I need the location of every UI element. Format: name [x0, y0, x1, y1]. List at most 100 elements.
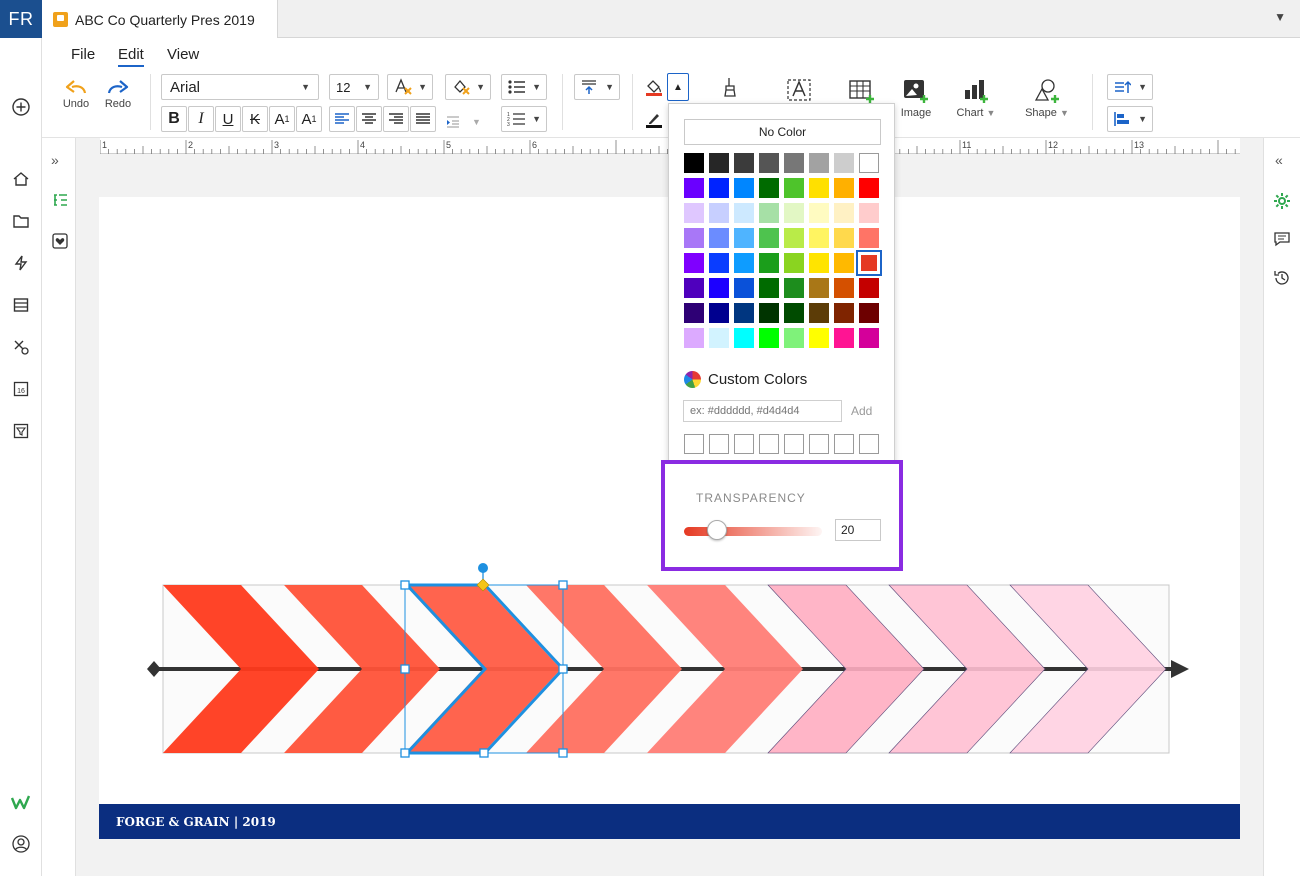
app-badge[interactable]: FR	[0, 0, 42, 38]
bullet-list-button[interactable]: ▼	[501, 74, 547, 100]
outline-icon[interactable]	[51, 192, 69, 213]
lightning-icon[interactable]	[10, 252, 32, 274]
color-swatch[interactable]	[856, 250, 882, 276]
color-swatch[interactable]	[809, 178, 829, 198]
bold-button[interactable]: B	[161, 106, 187, 132]
collapse-panel-icon[interactable]: «	[1275, 152, 1283, 168]
clear-fill-format-button[interactable]: ▼	[445, 74, 491, 100]
color-swatch[interactable]	[759, 253, 779, 273]
color-swatch[interactable]	[809, 303, 829, 323]
resize-handle[interactable]	[558, 580, 568, 590]
color-swatch[interactable]	[759, 178, 779, 198]
color-swatch[interactable]	[784, 253, 804, 273]
color-swatch[interactable]	[684, 153, 704, 173]
color-swatch[interactable]	[709, 203, 729, 223]
custom-color-input[interactable]	[683, 400, 842, 422]
color-swatch[interactable]	[709, 278, 729, 298]
transparency-slider-thumb[interactable]	[707, 520, 727, 540]
justify-button[interactable]	[410, 106, 436, 132]
color-swatch[interactable]	[809, 153, 829, 173]
color-swatch[interactable]	[834, 278, 854, 298]
fill-color-button[interactable]	[642, 74, 666, 100]
insert-chart-button[interactable]: Chart ▼	[951, 78, 1001, 128]
settings-icon[interactable]	[1273, 192, 1291, 213]
color-swatch[interactable]	[734, 303, 754, 323]
arrange-button[interactable]: ▼	[1107, 74, 1153, 100]
custom-color-slot[interactable]	[709, 434, 729, 454]
color-swatch[interactable]	[784, 328, 804, 348]
folder-icon[interactable]	[10, 210, 32, 232]
add-icon[interactable]	[10, 96, 32, 118]
color-swatch[interactable]	[809, 253, 829, 273]
subscript-button[interactable]: A1	[296, 106, 322, 132]
resize-handle[interactable]	[558, 664, 568, 674]
color-swatch[interactable]	[684, 328, 704, 348]
transparency-slider-track[interactable]	[684, 527, 822, 536]
color-swatch[interactable]	[859, 328, 879, 348]
filter-icon[interactable]	[10, 420, 32, 442]
color-swatch[interactable]	[759, 328, 779, 348]
color-swatch[interactable]	[859, 278, 879, 298]
color-swatch[interactable]	[684, 228, 704, 248]
custom-color-slot[interactable]	[759, 434, 779, 454]
no-color-button[interactable]: No Color	[684, 119, 881, 145]
resize-handle[interactable]	[558, 748, 568, 758]
history-icon[interactable]	[1273, 269, 1291, 290]
undo-button[interactable]: Undo	[58, 78, 94, 122]
chevron-down-icon[interactable]: ▼	[1274, 10, 1286, 24]
color-swatch[interactable]	[759, 203, 779, 223]
font-size-select[interactable]: 12 ▼	[329, 74, 379, 100]
tools-icon[interactable]	[10, 336, 32, 358]
color-swatch[interactable]	[684, 303, 704, 323]
custom-color-slot[interactable]	[734, 434, 754, 454]
menu-edit[interactable]: Edit	[118, 46, 144, 67]
color-swatch[interactable]	[734, 253, 754, 273]
menu-file[interactable]: File	[71, 46, 95, 63]
brand-w-icon[interactable]	[10, 792, 32, 814]
numbered-list-button[interactable]: 123 ▼	[501, 106, 547, 132]
align-left-button[interactable]	[329, 106, 355, 132]
color-swatch[interactable]	[809, 228, 829, 248]
user-icon[interactable]	[10, 833, 32, 855]
color-swatch[interactable]	[859, 153, 879, 173]
add-custom-color-button[interactable]: Add	[851, 404, 872, 418]
superscript-button[interactable]: A1	[269, 106, 295, 132]
color-swatch[interactable]	[759, 228, 779, 248]
color-swatch[interactable]	[834, 178, 854, 198]
align-objects-button[interactable]: ▼	[1107, 106, 1153, 132]
archive-icon[interactable]	[10, 294, 32, 316]
comment-icon[interactable]	[1273, 230, 1291, 251]
custom-color-slot[interactable]	[784, 434, 804, 454]
fill-color-dropdown[interactable]: ▲	[667, 73, 689, 101]
color-swatch[interactable]	[834, 228, 854, 248]
redo-button[interactable]: Redo	[100, 78, 136, 122]
color-swatch[interactable]	[834, 328, 854, 348]
color-swatch[interactable]	[684, 203, 704, 223]
insert-image-button[interactable]: Image	[894, 78, 938, 128]
color-swatch[interactable]	[759, 278, 779, 298]
insert-shape-button[interactable]: Shape ▼	[1021, 78, 1073, 128]
color-swatch[interactable]	[809, 278, 829, 298]
expand-panel-icon[interactable]: »	[51, 152, 59, 168]
custom-color-slot[interactable]	[834, 434, 854, 454]
custom-color-slot[interactable]	[684, 434, 704, 454]
italic-button[interactable]: I	[188, 106, 214, 132]
color-swatch[interactable]	[709, 228, 729, 248]
color-swatch[interactable]	[684, 253, 704, 273]
color-swatch[interactable]	[834, 303, 854, 323]
color-swatch[interactable]	[734, 228, 754, 248]
color-swatch[interactable]	[834, 253, 854, 273]
color-swatch[interactable]	[859, 228, 879, 248]
resize-handle[interactable]	[479, 748, 489, 758]
align-right-button[interactable]	[383, 106, 409, 132]
menu-view[interactable]: View	[167, 46, 199, 63]
color-swatch[interactable]	[734, 178, 754, 198]
line-color-button[interactable]	[642, 106, 666, 132]
color-swatch[interactable]	[709, 253, 729, 273]
color-swatch[interactable]	[784, 278, 804, 298]
color-swatch[interactable]	[834, 153, 854, 173]
vertical-align-button[interactable]: ▼	[574, 74, 620, 100]
color-swatch[interactable]	[734, 328, 754, 348]
color-swatch[interactable]	[709, 153, 729, 173]
custom-color-slot[interactable]	[809, 434, 829, 454]
